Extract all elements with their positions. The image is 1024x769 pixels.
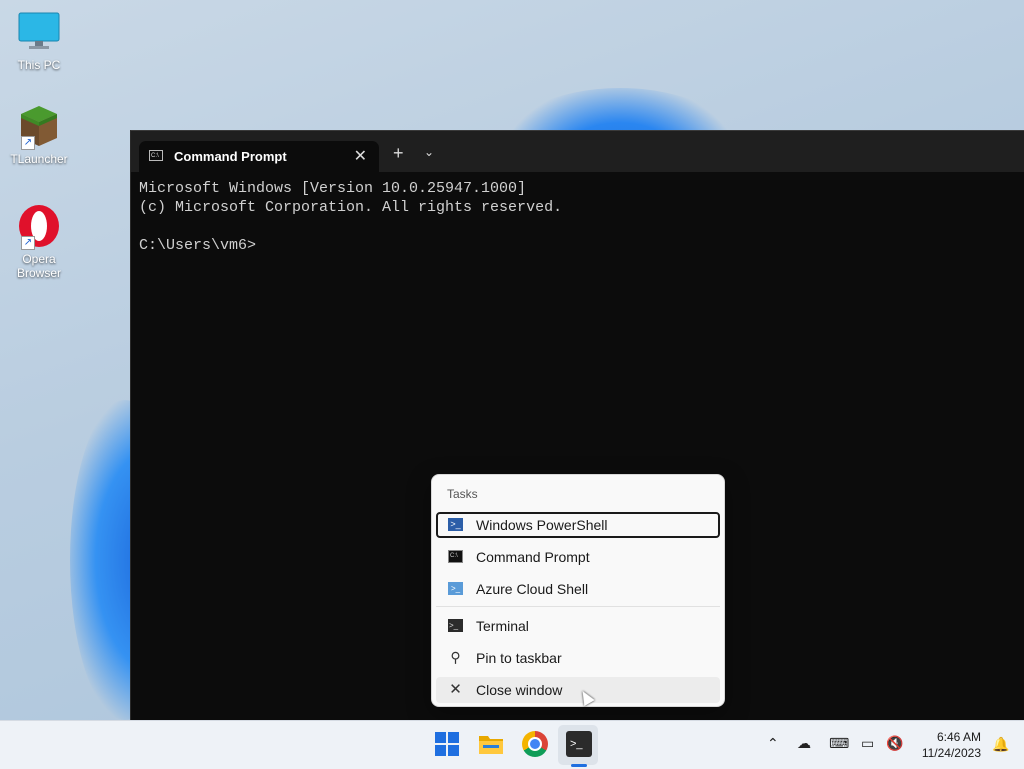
network-icon[interactable]: ▭ xyxy=(861,735,874,752)
powershell-icon: >_ xyxy=(448,518,463,531)
desktop-icon-tlauncher[interactable]: ↗ TLauncher xyxy=(6,104,72,166)
taskbar-jump-list: Tasks >_ Windows PowerShell C:\ Command … xyxy=(431,474,725,707)
desktop-icon-label: TLauncher xyxy=(10,152,68,166)
jump-list-item-command-prompt[interactable]: C:\ Command Prompt xyxy=(436,544,720,570)
grass-block-icon: ↗ xyxy=(17,104,61,150)
keyboard-icon[interactable]: ⌨ xyxy=(829,735,849,752)
file-explorer-icon[interactable] xyxy=(478,731,504,757)
clock-time: 6:46 AM xyxy=(936,730,981,744)
shortcut-arrow-icon: ↗ xyxy=(21,136,35,150)
notification-bell-icon[interactable]: 🔔 xyxy=(992,736,1009,752)
jump-list-item-label: Azure Cloud Shell xyxy=(476,581,589,597)
volume-muted-icon[interactable]: 🔇 xyxy=(886,735,903,752)
console-output[interactable]: Microsoft Windows [Version 10.0.25947.10… xyxy=(139,179,562,255)
monitor-icon xyxy=(17,10,61,54)
cloud-offline-icon[interactable]: ☁ xyxy=(797,735,811,752)
desktop-icon-label: This PC xyxy=(17,58,61,72)
terminal-icon: >_ xyxy=(448,619,463,632)
command-prompt-icon: C:\ xyxy=(448,550,463,563)
windows-start-icon[interactable] xyxy=(434,731,460,757)
close-icon: ✕ xyxy=(449,681,462,698)
clock-date: 11/24/2023 xyxy=(921,746,981,760)
azure-cloud-shell-icon: >_ xyxy=(448,582,463,595)
jump-list-item-label: Close window xyxy=(476,682,563,698)
jump-list-item-close-window[interactable]: ✕ Close window xyxy=(436,677,720,703)
jump-list-heading: Tasks xyxy=(447,487,478,501)
command-prompt-icon: C:\ xyxy=(149,150,163,161)
jump-list-item-label: Command Prompt xyxy=(476,549,590,565)
system-clock[interactable]: 6:46 AM 11/24/2023 xyxy=(922,729,981,761)
jump-list-item-label: Windows PowerShell xyxy=(476,517,608,533)
desktop-icon-opera-browser[interactable]: ↗ Opera Browser xyxy=(6,204,72,280)
jump-list-item-terminal[interactable]: >_ Terminal xyxy=(436,613,720,639)
terminal-titlebar[interactable]: C:\ Command Prompt ✕ + ⌄ xyxy=(131,131,1024,172)
tab-command-prompt[interactable]: C:\ Command Prompt ✕ xyxy=(139,141,379,172)
active-app-indicator xyxy=(571,764,587,767)
terminal-icon[interactable]: >_ xyxy=(566,731,592,757)
shortcut-arrow-icon: ↗ xyxy=(21,236,35,250)
jump-list-item-pin-to-taskbar[interactable]: ⚲ Pin to taskbar xyxy=(436,645,720,671)
tab-title: Command Prompt xyxy=(174,149,287,164)
new-tab-button[interactable]: + xyxy=(393,143,404,164)
jump-list-separator xyxy=(436,606,720,607)
jump-list-item-azure-cloud-shell[interactable]: >_ Azure Cloud Shell xyxy=(436,576,720,602)
chevron-up-icon[interactable]: ⌃ xyxy=(767,735,779,752)
close-tab-icon[interactable]: ✕ xyxy=(354,146,367,166)
desktop-icon-this-pc[interactable]: This PC xyxy=(6,10,72,72)
taskbar: >_ ⌃ ☁ ⌨ ▭ 🔇 6:46 AM 11/24/2023 🔔 xyxy=(0,720,1024,769)
jump-list-item-label: Pin to taskbar xyxy=(476,650,562,666)
pin-icon: ⚲ xyxy=(450,649,461,665)
jump-list-item-label: Terminal xyxy=(476,618,529,634)
jump-list-item-windows-powershell[interactable]: >_ Windows PowerShell xyxy=(436,512,720,538)
desktop-icon-label: Opera Browser xyxy=(16,252,61,280)
chevron-down-icon[interactable]: ⌄ xyxy=(424,145,434,159)
chrome-icon[interactable] xyxy=(522,731,548,757)
opera-icon: ↗ xyxy=(17,204,61,250)
